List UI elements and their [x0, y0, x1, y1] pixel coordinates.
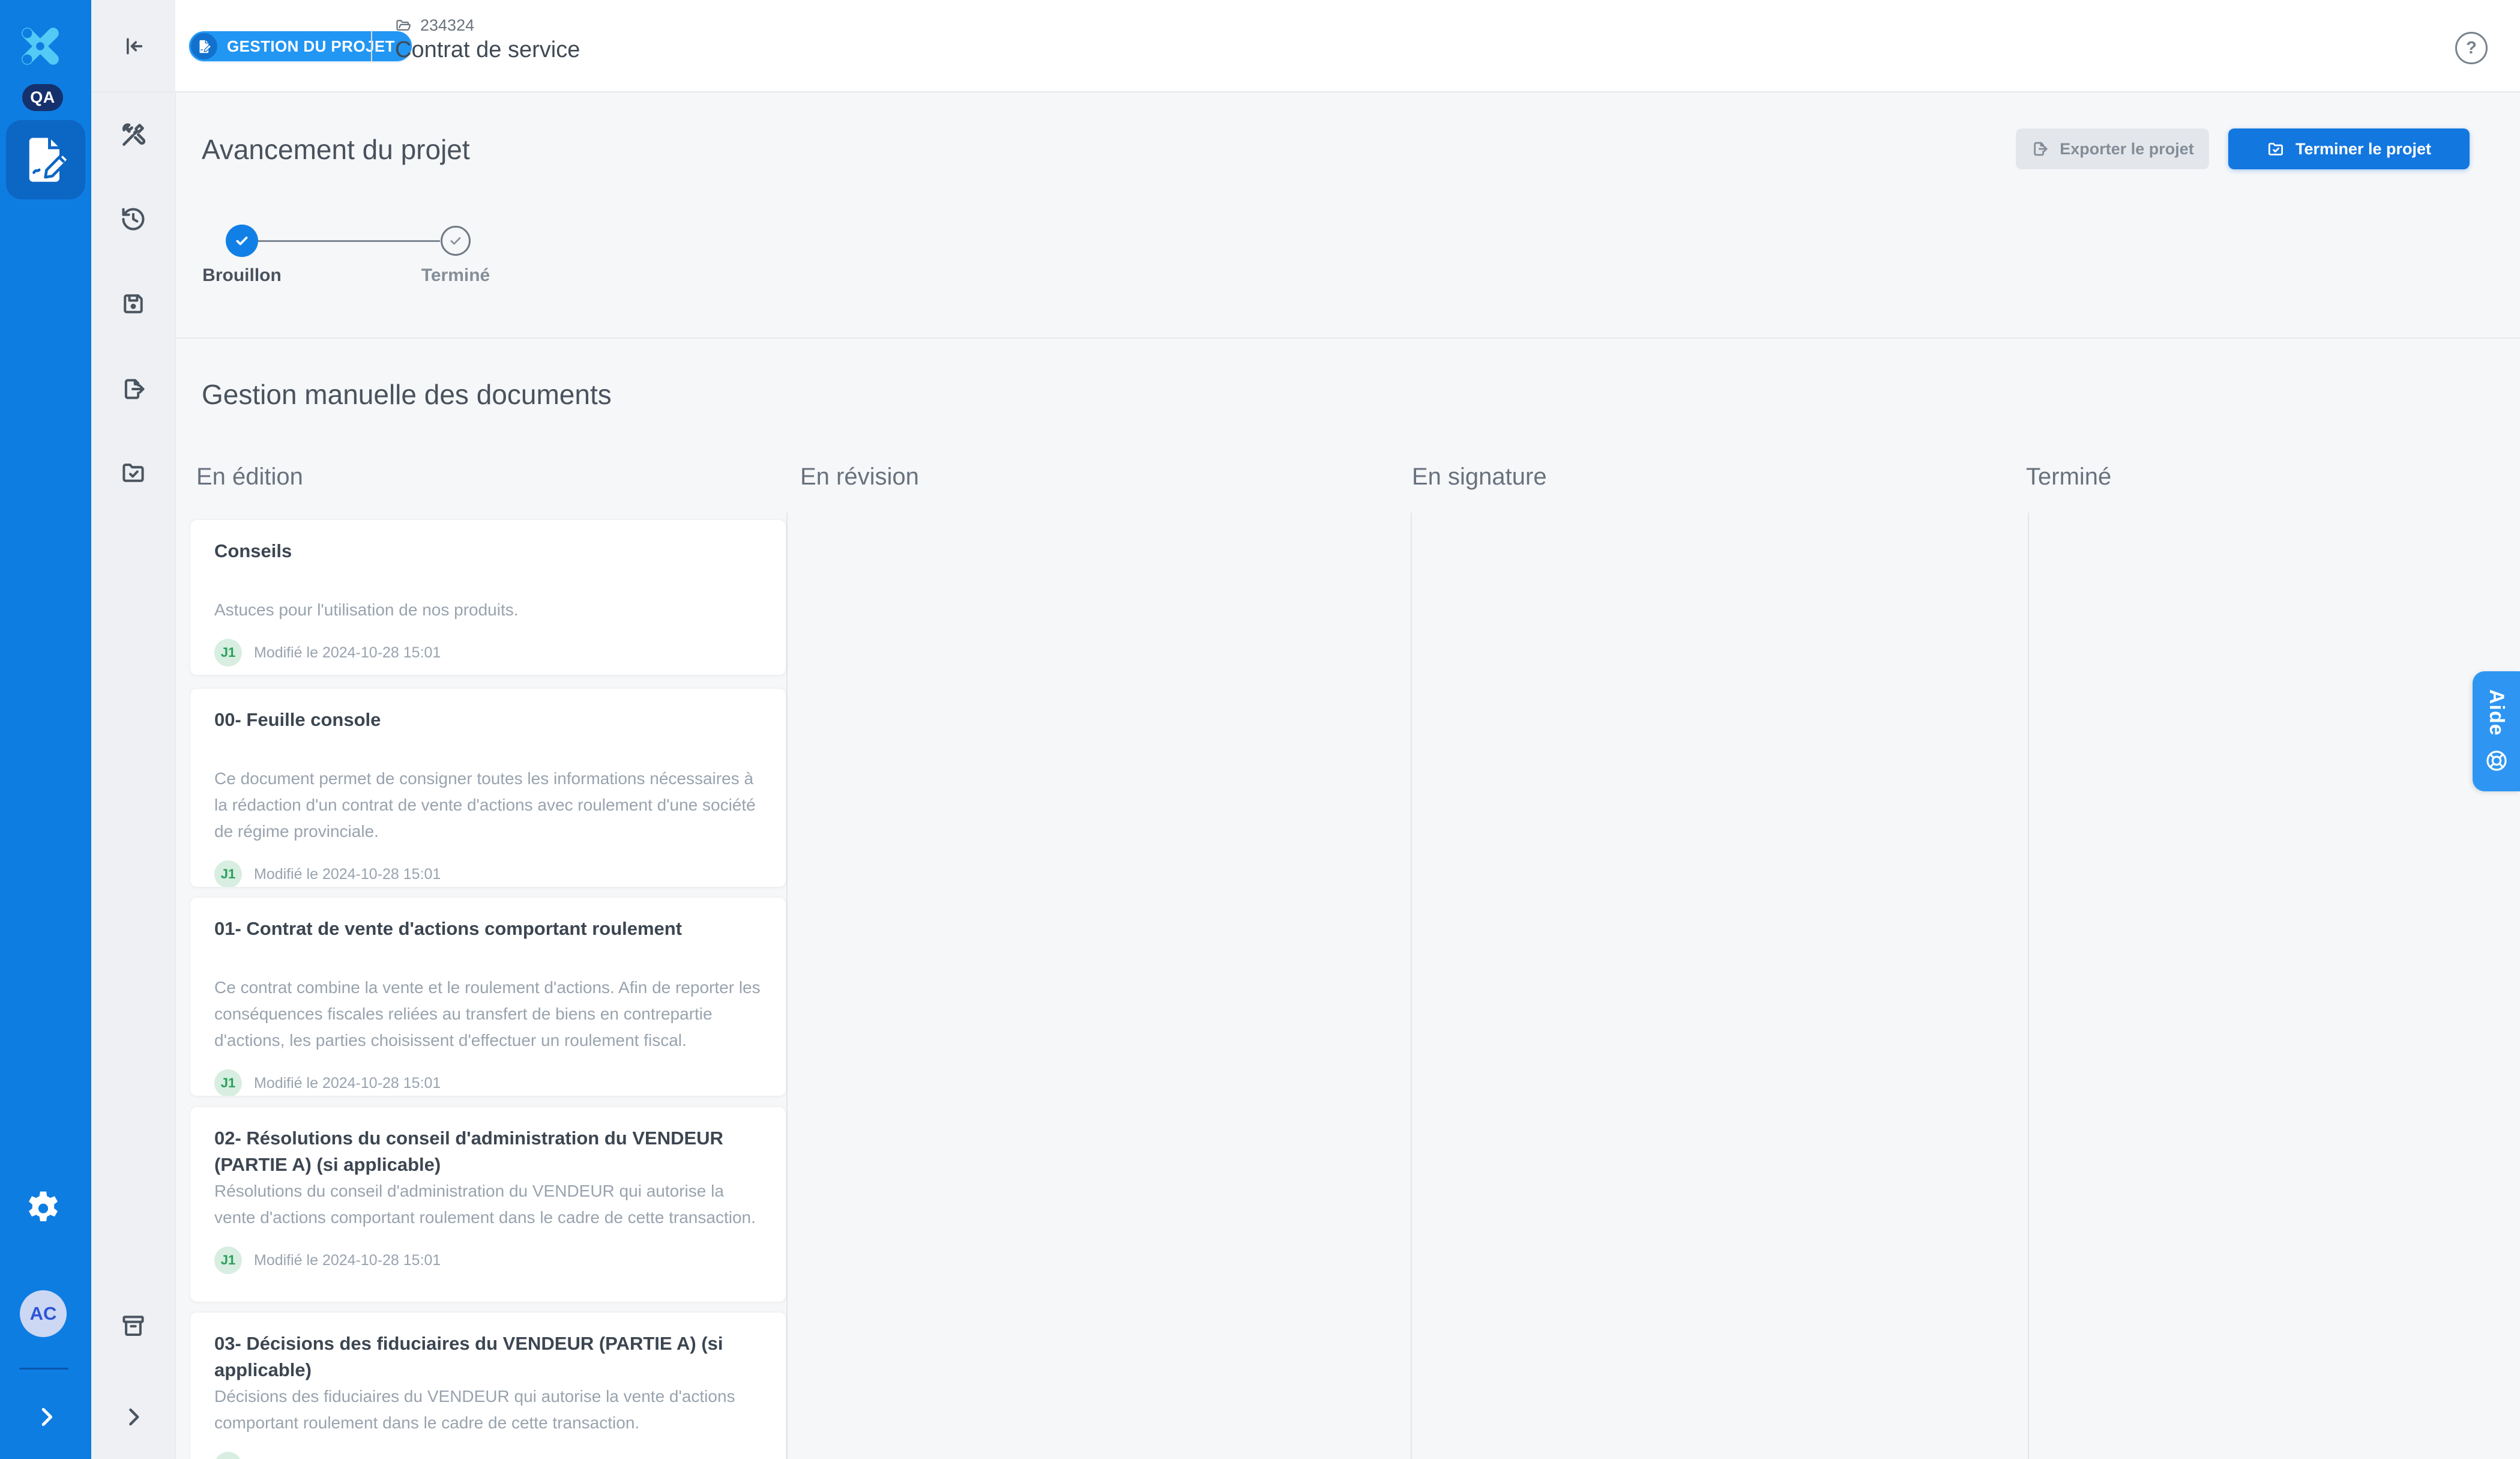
modified-timestamp: Modifié le 2024-10-28 15:01 — [254, 1075, 441, 1092]
check-icon — [234, 232, 250, 249]
step-brouillon-circle — [226, 225, 258, 257]
save-menu-item[interactable] — [120, 291, 146, 317]
document-card[interactable]: 03- Décisions des fiduciaires du VENDEUR… — [190, 1312, 786, 1459]
document-card[interactable]: 01- Contrat de vente d'actions comportan… — [190, 897, 786, 1096]
document-edit-icon — [191, 33, 217, 59]
column-header-termine: Terminé — [2026, 464, 2111, 491]
avatar: J1 — [214, 1452, 242, 1459]
gear-icon[interactable] — [22, 1187, 65, 1230]
document-edit-icon — [18, 132, 73, 187]
chevron-right-icon — [120, 1404, 146, 1430]
app-window: QA AC — [0, 0, 2520, 1459]
card-footer: J1 Modifié le 2024-10-28 15:01 — [214, 1246, 762, 1274]
card-title: 00- Feuille console — [214, 707, 762, 760]
card-title: 03- Décisions des fiduciaires du VENDEUR… — [214, 1331, 762, 1383]
finish-project-label: Terminer le projet — [2295, 140, 2431, 159]
header-separator — [371, 30, 372, 61]
finish-project-button[interactable]: Terminer le projet — [2228, 128, 2470, 169]
card-footer: J1 Modifié le 2024-10-28 15:01 — [214, 860, 762, 887]
save-icon — [120, 291, 146, 317]
export-menu-item[interactable] — [120, 376, 146, 402]
folder-check-menu-item[interactable] — [120, 459, 146, 486]
section-divider — [175, 337, 2520, 339]
document-card[interactable]: 02- Résolutions du conseil d'administrat… — [190, 1107, 786, 1302]
avatar: J1 — [214, 1069, 242, 1096]
tools-menu-item[interactable] — [120, 122, 146, 148]
tools-icon — [120, 122, 146, 148]
document-card[interactable]: Conseils Astuces pour l'utilisation de n… — [190, 519, 786, 675]
badge-label: GESTION DU PROJET — [227, 37, 395, 56]
sidebar-divider — [19, 1368, 68, 1370]
page-title: Contrat de service — [395, 37, 580, 63]
card-footer: J1 Modifié le 2024-10-28 15:01 — [214, 1452, 762, 1459]
modified-timestamp: Modifié le 2024-10-28 15:01 — [254, 866, 441, 883]
modified-timestamp: Modifié le 2024-10-28 15:01 — [254, 644, 441, 662]
export-project-label: Exporter le projet — [2060, 140, 2194, 159]
breadcrumb[interactable]: 234324 — [395, 16, 474, 35]
chevron-right-icon[interactable] — [32, 1403, 60, 1431]
help-tab[interactable]: Aide — [2473, 671, 2520, 791]
history-menu-item[interactable] — [120, 206, 146, 232]
project-management-badge: GESTION DU PROJET — [189, 31, 412, 61]
export-project-button[interactable]: Exporter le projet — [2016, 128, 2209, 169]
column-divider — [1411, 513, 1412, 1459]
primary-sidebar: QA AC — [0, 0, 91, 1459]
document-card[interactable]: 00- Feuille console Ce document permet d… — [190, 688, 786, 887]
collapse-panel-button[interactable] — [91, 0, 175, 92]
environment-badge: QA — [22, 84, 63, 111]
card-title: Conseils — [214, 538, 762, 591]
column-header-en-signature: En signature — [1412, 464, 1547, 491]
stepper-connector — [258, 240, 440, 242]
history-icon — [120, 206, 146, 232]
card-description: Ce document permet de consigner toutes l… — [214, 766, 762, 845]
sidebar-item-projects-active[interactable] — [6, 120, 85, 199]
help-icon[interactable]: ? — [2455, 32, 2488, 64]
card-title: 01- Contrat de vente d'actions comportan… — [214, 916, 762, 968]
step-label-termine: Terminé — [384, 265, 528, 286]
collapse-left-icon — [121, 34, 145, 58]
folder-check-icon — [120, 459, 146, 486]
archive-icon — [120, 1312, 146, 1339]
user-avatar[interactable]: AC — [20, 1290, 67, 1337]
help-tab-label: Aide — [2485, 689, 2508, 736]
card-footer: J1 Modifié le 2024-10-28 15:01 — [214, 639, 762, 666]
card-title: 02- Résolutions du conseil d'administrat… — [214, 1125, 762, 1178]
column-header-en-revision: En révision — [800, 464, 919, 491]
card-description: Astuces pour l'utilisation de nos produi… — [214, 597, 762, 623]
step-label-brouillon: Brouillon — [170, 265, 314, 286]
progress-section-title: Avancement du projet — [202, 133, 470, 166]
step-termine-circle — [441, 226, 471, 256]
column-header-en-edition: En édition — [196, 464, 303, 491]
file-export-icon — [120, 376, 146, 402]
secondary-sidebar — [91, 0, 176, 1459]
breadcrumb-id: 234324 — [420, 16, 474, 35]
avatar: J1 — [214, 1246, 242, 1274]
expand-panel-button[interactable] — [120, 1404, 146, 1430]
file-export-icon — [2031, 140, 2049, 158]
folder-open-icon — [395, 17, 412, 34]
column-divider — [786, 513, 788, 1459]
card-footer: J1 Modifié le 2024-10-28 15:01 — [214, 1069, 762, 1096]
card-description: Résolutions du conseil d'administration … — [214, 1178, 762, 1231]
app-logo-x-icon[interactable] — [18, 24, 62, 68]
page-header: GESTION DU PROJET 234324 Contrat de serv… — [175, 0, 2520, 92]
lifebuoy-icon — [2484, 748, 2509, 773]
avatar: J1 — [214, 639, 242, 666]
column-divider — [2028, 513, 2029, 1459]
modified-timestamp: Modifié le 2024-10-28 15:01 — [254, 1252, 441, 1269]
modified-timestamp: Modifié le 2024-10-28 15:01 — [254, 1457, 441, 1459]
avatar: J1 — [214, 860, 242, 887]
documents-section-title: Gestion manuelle des documents — [202, 378, 612, 411]
folder-check-icon — [2267, 140, 2285, 158]
check-icon — [448, 233, 463, 249]
archive-menu-item[interactable] — [120, 1312, 146, 1339]
card-description: Décisions des fiduciaires du VENDEUR qui… — [214, 1383, 762, 1436]
card-description: Ce contrat combine la vente et le roulem… — [214, 974, 762, 1054]
